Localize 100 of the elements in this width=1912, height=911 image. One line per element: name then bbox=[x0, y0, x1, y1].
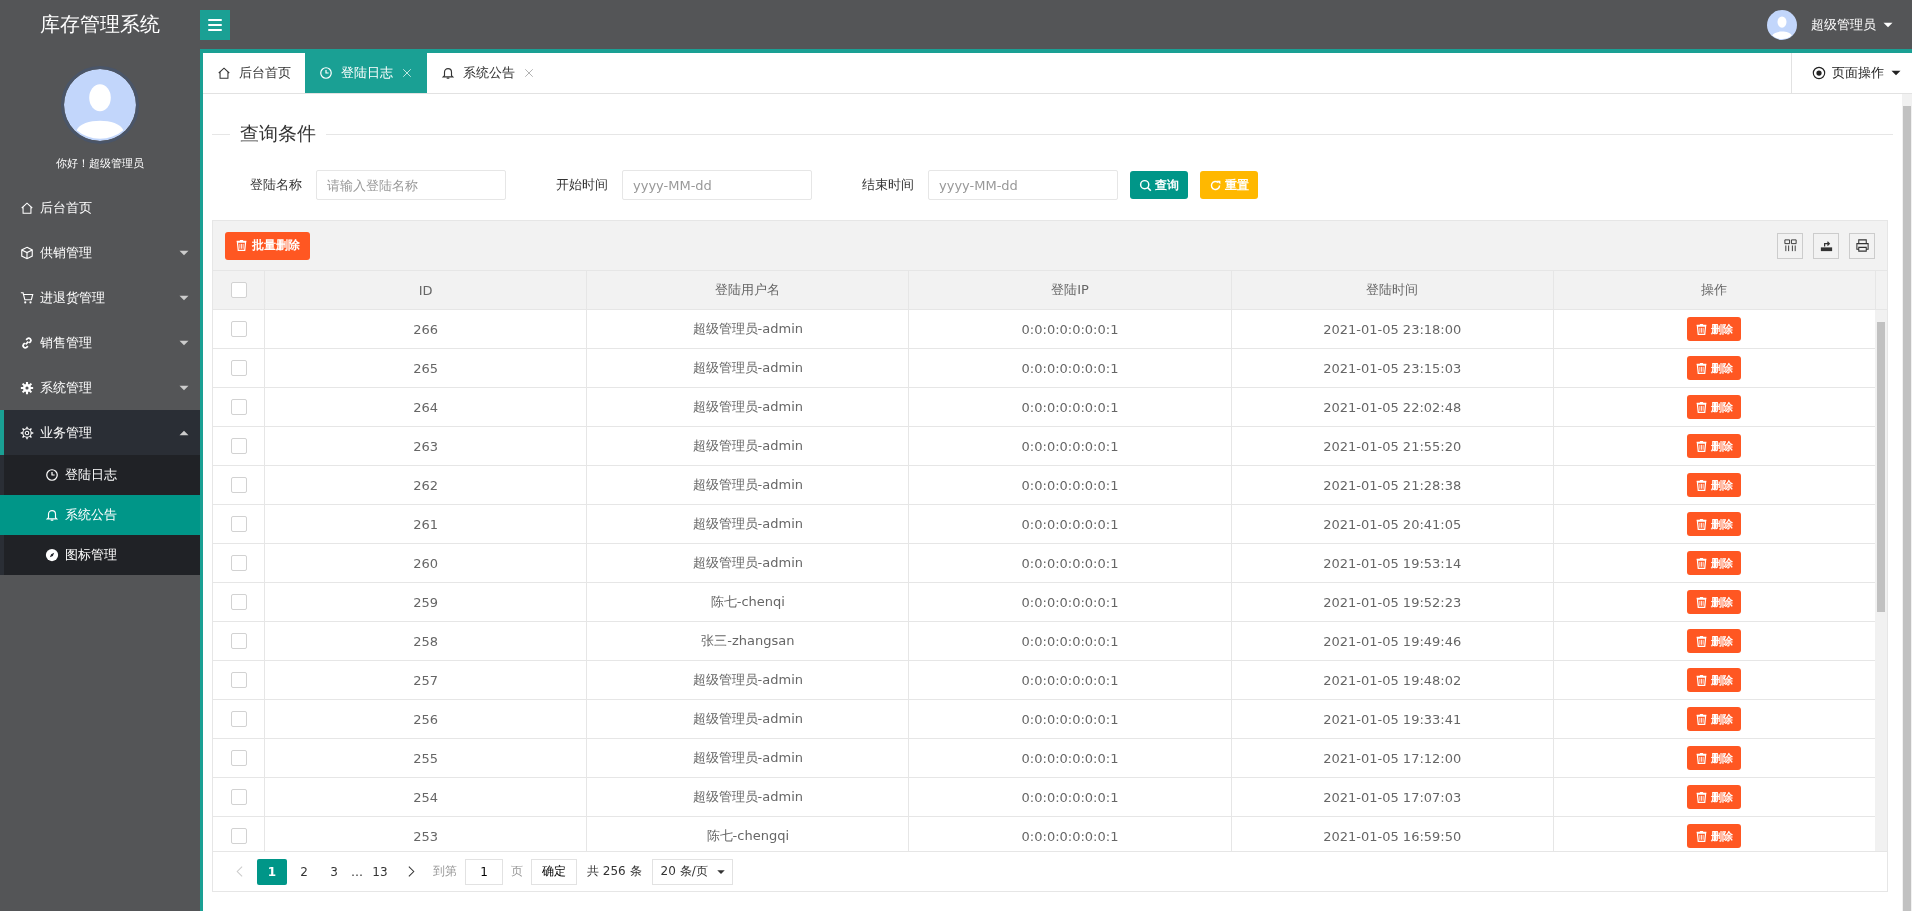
page-button[interactable]: 1 bbox=[257, 858, 287, 885]
columns-button[interactable] bbox=[1777, 232, 1803, 259]
page-number-field[interactable]: 1 bbox=[465, 858, 503, 885]
nav-item[interactable]: 业务管理 bbox=[0, 410, 200, 455]
checkbox[interactable] bbox=[230, 594, 247, 610]
table-cell: 超级管理员-admin bbox=[586, 349, 909, 387]
greeting-text: 你好！超级管理员 bbox=[55, 156, 145, 171]
table-cell: 0:0:0:0:0:0:0:1 bbox=[908, 466, 1231, 504]
checkbox[interactable] bbox=[230, 477, 247, 493]
nav-item[interactable]: 后台首页 bbox=[0, 185, 200, 230]
checkbox[interactable] bbox=[230, 438, 247, 454]
gear-icon bbox=[20, 380, 34, 395]
ellipsis: … bbox=[350, 864, 364, 879]
delete-button[interactable]: 删除 bbox=[1687, 434, 1742, 458]
delete-button[interactable]: 删除 bbox=[1687, 356, 1742, 380]
input-field[interactable]: 请输入登陆名称 bbox=[316, 170, 506, 200]
nav-item[interactable]: 供销管理 bbox=[0, 230, 200, 275]
table-cell: 2021-01-05 19:52:23 bbox=[1230, 583, 1553, 621]
tab[interactable]: 系统公告 bbox=[427, 53, 549, 93]
delete-button[interactable]: 删除 bbox=[1687, 629, 1742, 653]
trash-icon bbox=[1695, 673, 1709, 687]
page-button[interactable]: 2 bbox=[291, 858, 317, 885]
table-cell: 超级管理员-admin bbox=[586, 388, 909, 426]
delete-button[interactable]: 删除 bbox=[1687, 824, 1742, 848]
trash-icon bbox=[1695, 322, 1709, 336]
table-cell: 2021-01-05 20:41:05 bbox=[1230, 505, 1553, 543]
nav-item[interactable]: 系统管理 bbox=[0, 365, 200, 410]
trash-icon bbox=[1695, 517, 1709, 531]
table-cell: 264 bbox=[264, 388, 587, 426]
checkbox[interactable] bbox=[230, 282, 247, 298]
delete-button[interactable]: 删除 bbox=[1687, 590, 1742, 614]
checkbox[interactable] bbox=[230, 516, 247, 532]
page-size-select[interactable]: 20 条/页 bbox=[651, 858, 733, 885]
checkbox[interactable] bbox=[230, 399, 247, 415]
nav-item[interactable]: 进退货管理 bbox=[0, 275, 200, 320]
menu-button[interactable] bbox=[200, 9, 230, 40]
checkbox[interactable] bbox=[230, 828, 247, 844]
link-icon bbox=[20, 335, 34, 350]
checkbox[interactable] bbox=[230, 360, 247, 376]
checkbox[interactable] bbox=[230, 789, 247, 805]
table-cell: 0:0:0:0:0:0:0:1 bbox=[908, 505, 1231, 543]
table-cell: 258 bbox=[264, 622, 587, 660]
checkbox[interactable] bbox=[230, 672, 247, 688]
table-cell: 0:0:0:0:0:0:0:1 bbox=[908, 817, 1231, 851]
input-field[interactable]: yyyy-MM-dd bbox=[622, 170, 812, 200]
table-cell: 0:0:0:0:0:0:0:1 bbox=[908, 388, 1231, 426]
table-cell: 超级管理员-admin bbox=[586, 739, 909, 777]
delete-button[interactable]: 删除 bbox=[1687, 668, 1742, 692]
confirm-button[interactable]: 确定 bbox=[531, 858, 577, 885]
table-cell: 2021-01-05 23:18:00 bbox=[1230, 310, 1553, 348]
user-menu[interactable]: 超级管理员 bbox=[1811, 15, 1894, 34]
table-cell: 261 bbox=[264, 505, 587, 543]
search-button[interactable]: 查询 bbox=[1130, 171, 1188, 199]
print-button[interactable] bbox=[1849, 232, 1875, 259]
trash-icon bbox=[1695, 829, 1709, 843]
nav-item[interactable]: 销售管理 bbox=[0, 320, 200, 365]
house-icon bbox=[20, 200, 34, 215]
delete-button[interactable]: 删除 bbox=[1687, 395, 1742, 419]
table-cell: 2021-01-05 16:59:50 bbox=[1230, 817, 1553, 851]
trash-icon bbox=[1695, 478, 1709, 492]
delete-button[interactable]: 删除 bbox=[1687, 512, 1742, 536]
delete-button[interactable]: 删除 bbox=[1687, 785, 1742, 809]
field-label: 开始时间 bbox=[556, 176, 608, 194]
nav-subitem[interactable]: 系统公告 bbox=[0, 495, 200, 535]
delete-button[interactable]: 删除 bbox=[1687, 473, 1742, 497]
checkbox[interactable] bbox=[230, 321, 247, 337]
scrollbar[interactable] bbox=[1902, 94, 1912, 911]
delete-button[interactable]: 删除 bbox=[1687, 317, 1742, 341]
column-header: 登陆IP bbox=[908, 271, 1231, 309]
user-avatar bbox=[1767, 9, 1797, 40]
checkbox[interactable] bbox=[230, 750, 247, 766]
scrollbar[interactable] bbox=[1875, 310, 1887, 851]
page-button[interactable]: 3 bbox=[321, 858, 347, 885]
nav-subitem[interactable]: 登陆日志 bbox=[0, 455, 200, 495]
table-cell: 2021-01-05 22:02:48 bbox=[1230, 388, 1553, 426]
trash-icon bbox=[1695, 634, 1709, 648]
table-cell: 超级管理员-admin bbox=[586, 700, 909, 738]
trash-icon bbox=[1695, 751, 1709, 765]
table-cell: 266 bbox=[264, 310, 587, 348]
table-cell: 陈七-chenqi bbox=[586, 583, 909, 621]
page-button[interactable]: 13 bbox=[367, 858, 393, 885]
table-cell: 262 bbox=[264, 466, 587, 504]
checkbox[interactable] bbox=[230, 711, 247, 727]
total-count: 共 256 条 bbox=[587, 863, 642, 880]
cart-icon bbox=[20, 290, 34, 305]
export-button[interactable] bbox=[1813, 232, 1839, 259]
batch-delete-button[interactable]: 批量删除 bbox=[225, 231, 310, 260]
input-field[interactable]: yyyy-MM-dd bbox=[928, 170, 1118, 200]
checkbox[interactable] bbox=[230, 633, 247, 649]
nav-subitem[interactable]: 图标管理 bbox=[0, 535, 200, 575]
delete-button[interactable]: 删除 bbox=[1687, 551, 1742, 575]
tab[interactable]: 后台首页 bbox=[203, 53, 305, 93]
delete-button[interactable]: 删除 bbox=[1687, 707, 1742, 731]
table-cell: 0:0:0:0:0:0:0:1 bbox=[908, 583, 1231, 621]
trash-icon bbox=[1695, 439, 1709, 453]
delete-button[interactable]: 删除 bbox=[1687, 746, 1742, 770]
checkbox[interactable] bbox=[230, 555, 247, 571]
table-cell: 265 bbox=[264, 349, 587, 387]
tab[interactable]: 登陆日志 bbox=[305, 53, 427, 93]
close-icon[interactable] bbox=[523, 67, 535, 79]
